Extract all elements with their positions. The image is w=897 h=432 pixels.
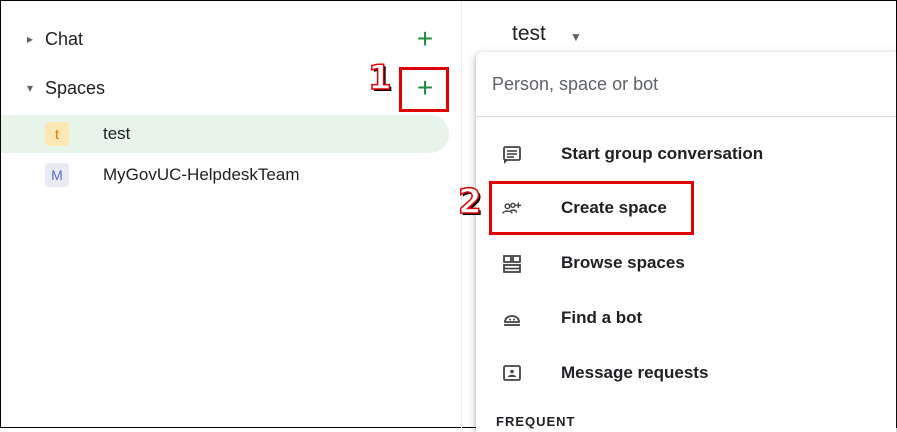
chat-icon — [503, 146, 521, 164]
space-avatar: M — [45, 163, 69, 187]
chat-section-label: Chat — [45, 28, 84, 49]
start-group-conversation-item[interactable]: Start group conversation — [476, 130, 896, 180]
menu-item-label: Find a bot — [561, 308, 643, 327]
space-name: test — [103, 124, 131, 143]
new-chat-button[interactable]: + — [407, 21, 443, 57]
space-avatar: t — [45, 122, 69, 146]
new-chat-menu: Start group conversation Create space Br… — [476, 52, 896, 432]
sidebar: ▸ Chat + ▾ Spaces + t test M MyGovUC-Hel… — [1, 1, 461, 427]
space-name: MyGovUC-HelpdeskTeam — [103, 165, 300, 184]
browse-spaces-icon — [503, 255, 521, 273]
menu-item-label: Start group conversation — [561, 144, 764, 163]
menu-item-label: Browse spaces — [561, 253, 685, 272]
conversation-title[interactable]: test — [512, 22, 546, 46]
frequent-section-label: FREQUENT — [496, 414, 576, 429]
search-input[interactable] — [476, 52, 896, 116]
step2-number: 2 — [457, 181, 482, 223]
find-a-bot-item[interactable]: Find a bot — [476, 294, 896, 344]
message-requests-item[interactable]: Message requests — [476, 349, 896, 399]
chevron-right-icon: ▸ — [27, 32, 34, 46]
chevron-down-icon: ▾ — [27, 81, 34, 95]
message-request-icon — [503, 365, 521, 381]
spaces-section-header[interactable]: ▾ Spaces — [1, 68, 461, 108]
step1-number: 1 — [367, 57, 392, 99]
step2-highlight-box — [489, 181, 694, 235]
chevron-down-icon[interactable]: ▼ — [570, 30, 582, 44]
space-item-test[interactable]: t test — [1, 115, 449, 153]
chat-section-header[interactable]: ▸ Chat — [1, 19, 461, 59]
browse-spaces-item[interactable]: Browse spaces — [476, 239, 896, 289]
spaces-section-label: Spaces — [45, 77, 106, 98]
menu-divider — [476, 116, 896, 117]
menu-item-label: Message requests — [561, 363, 709, 382]
plus-icon: + — [416, 23, 434, 54]
step1-highlight-box — [399, 67, 449, 112]
bot-icon — [504, 315, 520, 326]
space-item-helpdesk[interactable]: M MyGovUC-HelpdeskTeam — [1, 156, 449, 194]
